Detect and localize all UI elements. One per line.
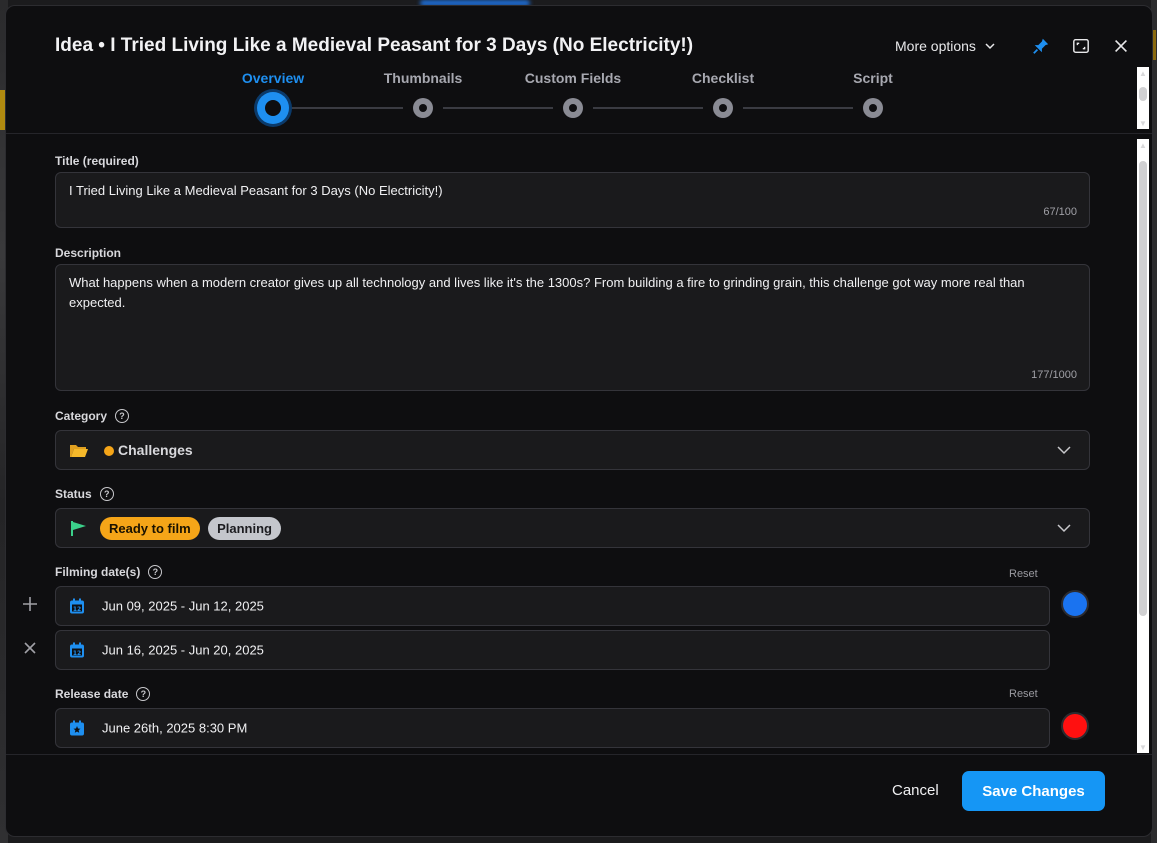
category-select[interactable]: Challenges [55,430,1090,470]
flag-icon [71,521,86,536]
title-label: Title (required) [55,154,139,168]
content-scrollbar[interactable]: ▲ ▼ [1137,139,1149,753]
scrollbar-thumb[interactable] [1139,161,1147,616]
description-counter: 177/1000 [1031,369,1077,381]
step-connector [443,107,553,109]
release-date-value: June 26th, 2025 8:30 PM [102,720,248,736]
chevron-down-icon [1057,446,1071,455]
folder-icon [70,445,88,457]
step-connector [289,107,403,109]
add-date-button[interactable] [20,594,40,614]
status-select[interactable]: Ready to film Planning [55,508,1090,548]
step-dot-overview[interactable] [257,92,289,124]
description-textarea[interactable]: What happens when a modern creator gives… [55,264,1090,391]
filming-label: Filming date(s) [55,565,141,579]
step-connector [593,107,703,109]
help-icon[interactable]: ? [148,565,163,579]
filming-date-value: Jun 09, 2025 - Jun 12, 2025 [102,598,264,614]
modal-header: Idea • I Tried Living Like a Medieval Pe… [6,6,1152,134]
filming-color-picker[interactable] [1061,590,1089,618]
modal-title: Idea • I Tried Living Like a Medieval Pe… [55,35,694,56]
tab-custom-fields[interactable]: Custom Fields [525,70,621,86]
filming-label-row: Filming date(s) ? [55,565,163,579]
status-label-row: Status ? [55,487,114,501]
help-icon[interactable]: ? [99,487,114,501]
more-options-button[interactable]: More options [895,38,996,54]
step-dot-thumbnails[interactable] [413,98,433,118]
chevron-down-icon [1057,524,1071,533]
tab-checklist[interactable]: Checklist [692,70,754,86]
modal-footer: Cancel Save Changes [6,754,1152,836]
scroll-down-arrow[interactable]: ▼ [1137,741,1149,753]
chevron-down-icon [985,43,995,50]
more-options-label: More options [895,38,976,54]
expand-icon[interactable] [1071,36,1091,56]
help-icon[interactable]: ? [136,687,151,701]
filming-date-range-2[interactable]: 12 Jun 16, 2025 - Jun 20, 2025 [55,630,1050,670]
step-connector [743,107,853,109]
category-label-row: Category ? [55,409,130,423]
plus-icon [23,597,37,611]
scroll-up-arrow[interactable]: ▲ [1137,139,1149,151]
description-label: Description [55,246,122,260]
status-badges: Ready to film Planning [100,517,285,540]
save-changes-button[interactable]: Save Changes [962,771,1105,811]
svg-text:12: 12 [73,606,81,613]
status-label: Status [55,487,92,501]
category-label: Category [55,409,108,423]
title-value: I Tried Living Like a Medieval Peasant f… [69,183,443,198]
calendar-icon: 12 [70,598,84,614]
help-icon[interactable]: ? [115,409,130,423]
release-reset-button[interactable]: Reset [1009,688,1038,700]
step-dot-checklist[interactable] [713,98,733,118]
title-counter: 67/100 [1043,206,1077,218]
tab-thumbnails[interactable]: Thumbnails [384,70,463,86]
cancel-button[interactable]: Cancel [892,782,939,799]
scrollbar-thumb[interactable] [1139,87,1147,101]
remove-date-button[interactable] [20,638,40,658]
close-icon[interactable] [1111,36,1131,56]
scroll-down-arrow[interactable]: ▼ [1137,117,1149,129]
release-label: Release date [55,687,129,701]
category-value: Challenges [118,442,193,458]
header-scrollbar[interactable]: ▲ ▼ [1137,67,1149,129]
title-input[interactable]: I Tried Living Like a Medieval Peasant f… [55,172,1090,228]
release-date-input[interactable]: June 26th, 2025 8:30 PM [55,708,1050,748]
svg-text:12: 12 [73,650,81,657]
tab-overview[interactable]: Overview [242,70,304,86]
status-badge: Ready to film [100,517,200,540]
step-dot-script[interactable] [863,98,883,118]
category-color-dot [104,446,114,456]
tab-script[interactable]: Script [853,70,893,86]
step-dot-custom-fields[interactable] [563,98,583,118]
calendar-star-icon [70,720,84,736]
filming-reset-button[interactable]: Reset [1009,568,1038,580]
status-badge: Planning [208,517,281,540]
pin-icon[interactable] [1031,36,1051,56]
release-color-picker[interactable] [1061,712,1089,740]
step-progress: Overview Thumbnails Custom Fields Checkl… [6,70,1152,130]
close-icon [24,642,36,654]
scroll-up-arrow[interactable]: ▲ [1137,67,1149,79]
filming-date-range-1[interactable]: 12 Jun 09, 2025 - Jun 12, 2025 [55,586,1050,626]
form-content: Title (required) I Tried Living Like a M… [6,134,1152,756]
idea-modal: Idea • I Tried Living Like a Medieval Pe… [5,5,1153,837]
description-value: What happens when a modern creator gives… [69,275,1025,310]
calendar-icon: 12 [70,642,84,658]
release-label-row: Release date ? [55,687,151,701]
filming-date-value: Jun 16, 2025 - Jun 20, 2025 [102,642,264,658]
